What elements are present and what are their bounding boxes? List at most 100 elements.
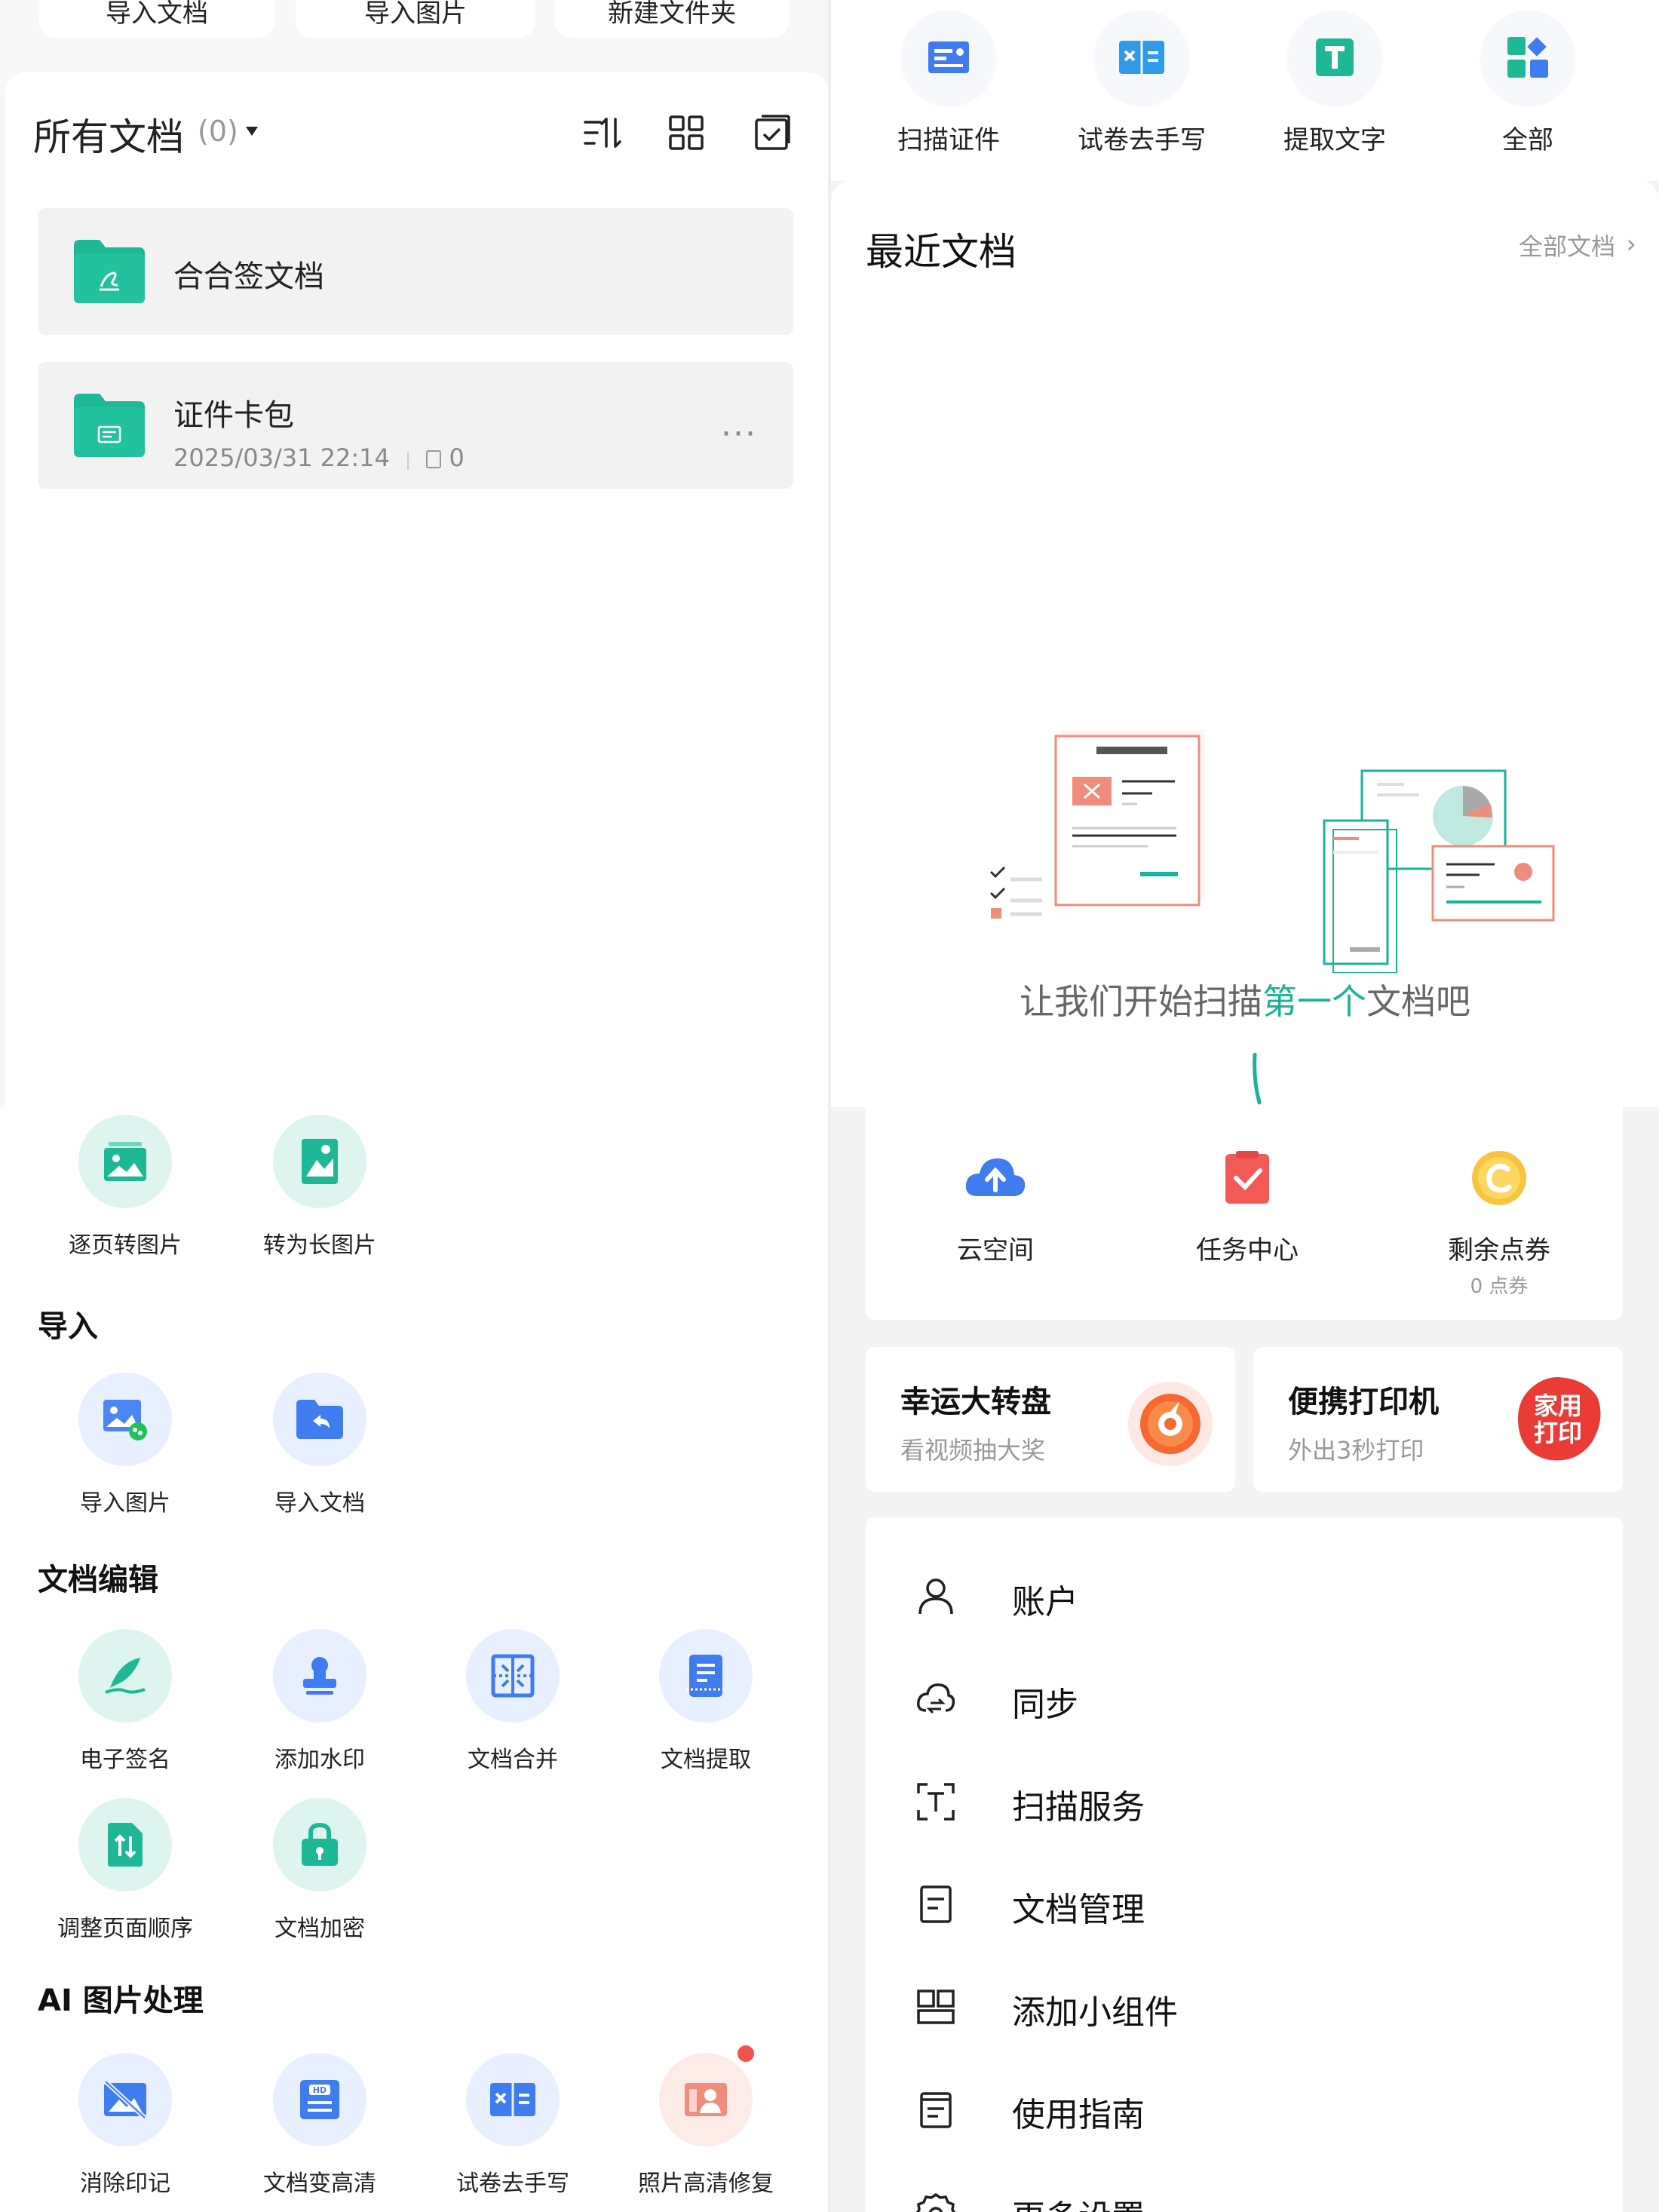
import-doc-tool[interactable]: 导入文档 [244,1373,395,1517]
promo-subtitle: 看视频抽大奖 [900,1436,1046,1465]
new-badge-dot [738,2045,754,2062]
remove-mark-icon [78,2053,172,2146]
exam-quick-action[interactable]: 试卷去手写 [1059,11,1225,156]
menu-item-guide[interactable]: 使用指南 [866,2068,1623,2151]
menu-item-more-settings[interactable]: 更多设置 [866,2171,1623,2212]
tool-label: 转为长图片 [263,1232,376,1259]
photo-repair-tool[interactable]: 照片高清修复 [630,2045,781,2198]
tools-panel: 逐页转图片 转为长图片 导入 导入图片 导入文档 文档编辑 电子签名 添加水印 … [0,1109,828,2212]
chevron-right-icon[interactable]: › [1626,229,1636,259]
extract-docs-tool[interactable]: 文档提取 [630,1629,781,1774]
menu-label: 账户 [1012,1583,1078,1621]
menu-label: 扫描服务 [1012,1788,1145,1827]
doc-hd-tool[interactable]: HD 文档变高清 [244,2053,395,2198]
tool-label: 试卷去手写 [456,2171,569,2197]
task-center-item[interactable]: 任务中心 [1149,1146,1345,1266]
reorder-pages-tool[interactable]: 调整页面顺序 [50,1798,201,1943]
tool-label: 文档加密 [274,1916,365,1942]
add-watermark-tool[interactable]: 添加水印 [244,1629,395,1774]
all-apps-icon [1481,11,1575,104]
import-image-tool[interactable]: 导入图片 [50,1373,201,1517]
doc-manage-icon [920,1885,952,1923]
menu-label: 文档管理 [1012,1891,1145,1929]
select-mode-icon[interactable] [753,113,792,152]
sort-icon[interactable] [582,113,621,152]
e-signature-tool[interactable]: 电子签名 [50,1629,201,1774]
tool-label: 照片高清修复 [638,2171,774,2197]
home-page: 扫描证件 试卷去手写 提取文字 全部 最近文档 全部文档 › 让我们开始扫描第一… [831,0,1659,2212]
import-doc-button[interactable]: 导入文档 [39,0,274,38]
wheel-icon [1128,1382,1213,1466]
folder-name: 合合签文档 [173,259,324,294]
dropdown-caret-icon[interactable] [246,127,258,136]
extract-icon [659,1629,753,1723]
lucky-wheel-card[interactable]: 幸运大转盘 看视频抽大奖 [866,1347,1235,1492]
new-folder-button[interactable]: 新建文件夹 [555,0,789,38]
long-image-icon [273,1115,366,1208]
cloud-upload-icon [961,1146,1029,1214]
portable-printer-card[interactable]: 便携打印机 外出3秒打印 家用打印 [1253,1347,1623,1492]
folder-date: 2025/03/31 22:14 [173,443,390,472]
remove-mark-tool[interactable]: 消除印记 [50,2053,201,2198]
menu-item-sync[interactable]: 同步 [866,1658,1623,1741]
quick-action-label: 扫描证件 [897,125,1000,155]
reorder-icon [78,1798,172,1891]
coupon-count: 0 点券 [1470,1275,1529,1298]
merge-docs-tool[interactable]: 文档合并 [437,1629,588,1774]
hd-icon: HD [273,2053,366,2146]
empty-message-suffix: 文档吧 [1366,981,1470,1022]
text-extract-icon [1288,11,1381,104]
tool-label: 文档变高清 [263,2171,376,2197]
all-docs-link[interactable]: 全部文档 [1519,228,1615,262]
menu-label: 同步 [1012,1686,1078,1724]
menu-label: 使用指南 [1012,2096,1145,2134]
exam-remove-handwriting-tool[interactable]: 试卷去手写 [437,2053,588,2198]
tool-label: 导入图片 [80,1490,170,1517]
import-doc-icon [273,1373,366,1466]
tool-label: 文档提取 [661,1747,751,1773]
folder-name: 证件卡包 [173,398,294,433]
tool-label: 逐页转图片 [69,1232,182,1259]
menu-item-scan-service[interactable]: 扫描服务 [866,1760,1623,1843]
user-icon [918,1578,953,1615]
quick-action-label: 试卷去手写 [1078,125,1206,155]
tool-label: 导入文档 [274,1490,365,1517]
scan-id-quick-action[interactable]: 扫描证件 [866,11,1032,156]
recent-docs-title: 最近文档 [866,230,1017,274]
printer-badge-icon: 家用打印 [1513,1374,1603,1465]
tool-label: 文档合并 [468,1747,558,1773]
cloud-space-item[interactable]: 云空间 [897,1146,1093,1266]
empty-docs-illustration [989,730,1555,973]
page-to-image-tool[interactable]: 逐页转图片 [50,1115,201,1259]
settings-icon [915,2192,956,2212]
widget-icon [917,1990,955,2024]
doc-count-icon [426,450,442,468]
coupons-item[interactable]: 剩余点券 0 点券 [1401,1146,1597,1299]
printer-badge-text: 家用打印 [1533,1391,1582,1447]
menu-item-doc-manage[interactable]: 文档管理 [866,1863,1623,1946]
folder-row[interactable]: 证件卡包 2025/03/31 22:14 | 0 ··· [38,362,793,489]
watermark-icon [273,1629,366,1723]
menu-item-account[interactable]: 账户 [866,1555,1623,1638]
all-docs-count: (0) [198,115,238,148]
menu-item-widget[interactable]: 添加小组件 [866,1965,1623,2048]
long-image-tool[interactable]: 转为长图片 [244,1115,395,1259]
service-label: 云空间 [957,1235,1034,1266]
text-extract-quick-action[interactable]: 提取文字 [1252,11,1418,156]
import-image-button[interactable]: 导入图片 [296,0,535,38]
all-quick-action[interactable]: 全部 [1445,11,1611,156]
menu-label: 添加小组件 [1012,1993,1178,2032]
grid-view-icon[interactable] [667,113,706,152]
promo-title: 便携打印机 [1288,1385,1439,1419]
folder-row[interactable]: 合合签文档 [38,208,793,335]
exam-icon [466,2053,560,2146]
services-card: 云空间 任务中心 剩余点券 0 点券 [866,1107,1623,1320]
promo-title: 幸运大转盘 [900,1385,1051,1419]
folder-card-icon [74,394,145,457]
image-stack-icon [78,1115,172,1208]
encrypt-doc-tool[interactable]: 文档加密 [244,1798,395,1943]
all-docs-title[interactable]: 所有文档 [33,107,184,161]
tool-label: 电子签名 [80,1747,170,1773]
more-options-icon[interactable]: ··· [721,415,757,453]
section-title-ai: AI 图片处理 [38,1983,204,2018]
